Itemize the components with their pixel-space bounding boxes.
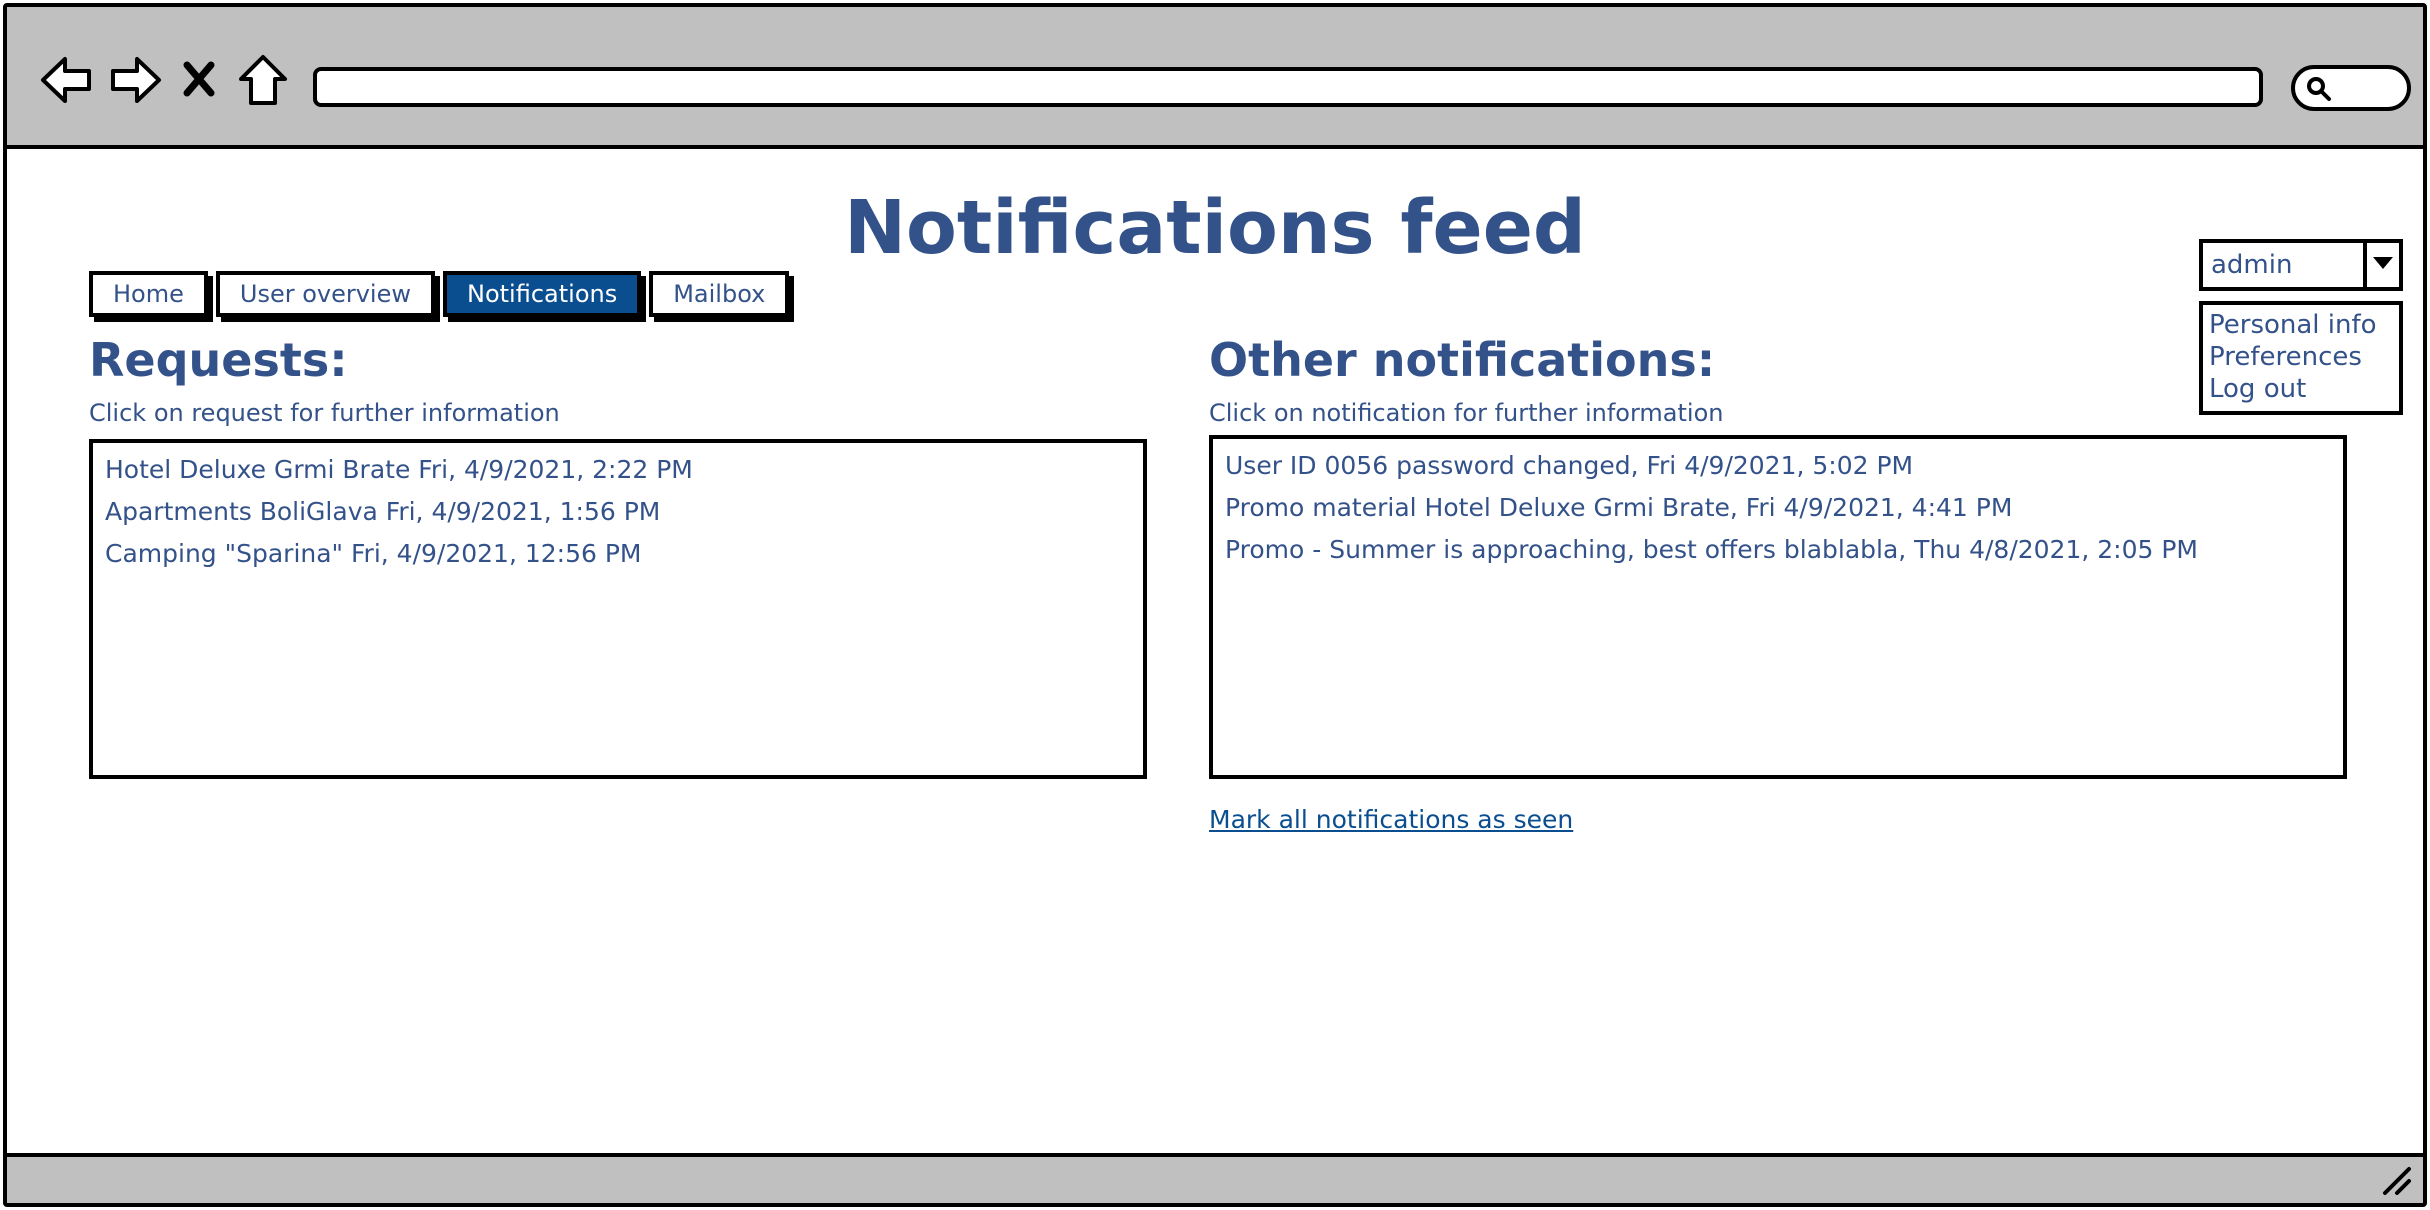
requests-list[interactable]: Hotel Deluxe Grmi Brate Fri, 4/9/2021, 2…	[89, 439, 1147, 779]
status-bar	[7, 1153, 2423, 1203]
user-menu: admin Personal info Preferences Log out	[2199, 239, 2403, 415]
menu-item-log-out[interactable]: Log out	[2209, 373, 2393, 405]
mark-all-seen-link[interactable]: Mark all notifications as seen	[1209, 805, 1573, 834]
chevron-down-icon[interactable]	[2363, 243, 2399, 287]
user-select-value: admin	[2211, 250, 2293, 280]
tab-notifications[interactable]: Notifications	[443, 271, 642, 317]
resize-grip-icon[interactable]	[2379, 1163, 2413, 1197]
list-item[interactable]: Promo material Hotel Deluxe Grmi Brate, …	[1225, 487, 2331, 529]
tab-mailbox[interactable]: Mailbox	[649, 271, 790, 317]
list-item[interactable]: Hotel Deluxe Grmi Brate Fri, 4/9/2021, 2…	[105, 449, 1131, 491]
list-item[interactable]: Camping "Sparina" Fri, 4/9/2021, 12:56 P…	[105, 533, 1131, 575]
home-icon[interactable]	[233, 47, 293, 113]
requests-hint: Click on request for further information	[89, 399, 560, 427]
tab-home[interactable]: Home	[89, 271, 208, 317]
search-icon	[2307, 77, 2331, 101]
list-item[interactable]: Promo - Summer is approaching, best offe…	[1225, 529, 2331, 571]
tab-user-overview[interactable]: User overview	[215, 271, 435, 317]
menu-item-personal-info[interactable]: Personal info	[2209, 309, 2393, 341]
back-arrow-icon[interactable]	[35, 47, 95, 113]
other-notifications-hint: Click on notification for further inform…	[1209, 399, 1724, 427]
other-notifications-list[interactable]: User ID 0056 password changed, Fri 4/9/2…	[1209, 435, 2347, 779]
browser-window: Notifications feed Home User overview No…	[3, 3, 2427, 1207]
main-tabs: Home User overview Notifications Mailbox	[89, 271, 797, 317]
user-select[interactable]: admin	[2199, 239, 2403, 291]
address-bar[interactable]	[313, 67, 2263, 107]
browser-toolbar	[7, 7, 2423, 149]
other-notifications-title: Other notifications:	[1209, 333, 1716, 387]
page-title: Notifications feed	[844, 185, 1586, 271]
requests-title: Requests:	[89, 333, 348, 387]
list-item[interactable]: User ID 0056 password changed, Fri 4/9/2…	[1225, 445, 2331, 487]
menu-item-preferences[interactable]: Preferences	[2209, 341, 2393, 373]
list-item[interactable]: Apartments BoliGlava Fri, 4/9/2021, 1:56…	[105, 491, 1131, 533]
user-dropdown: Personal info Preferences Log out	[2199, 301, 2403, 415]
search-field[interactable]	[2291, 65, 2411, 111]
page-content: Notifications feed Home User overview No…	[7, 149, 2423, 1161]
forward-arrow-icon[interactable]	[107, 47, 167, 113]
close-icon[interactable]	[179, 47, 219, 113]
